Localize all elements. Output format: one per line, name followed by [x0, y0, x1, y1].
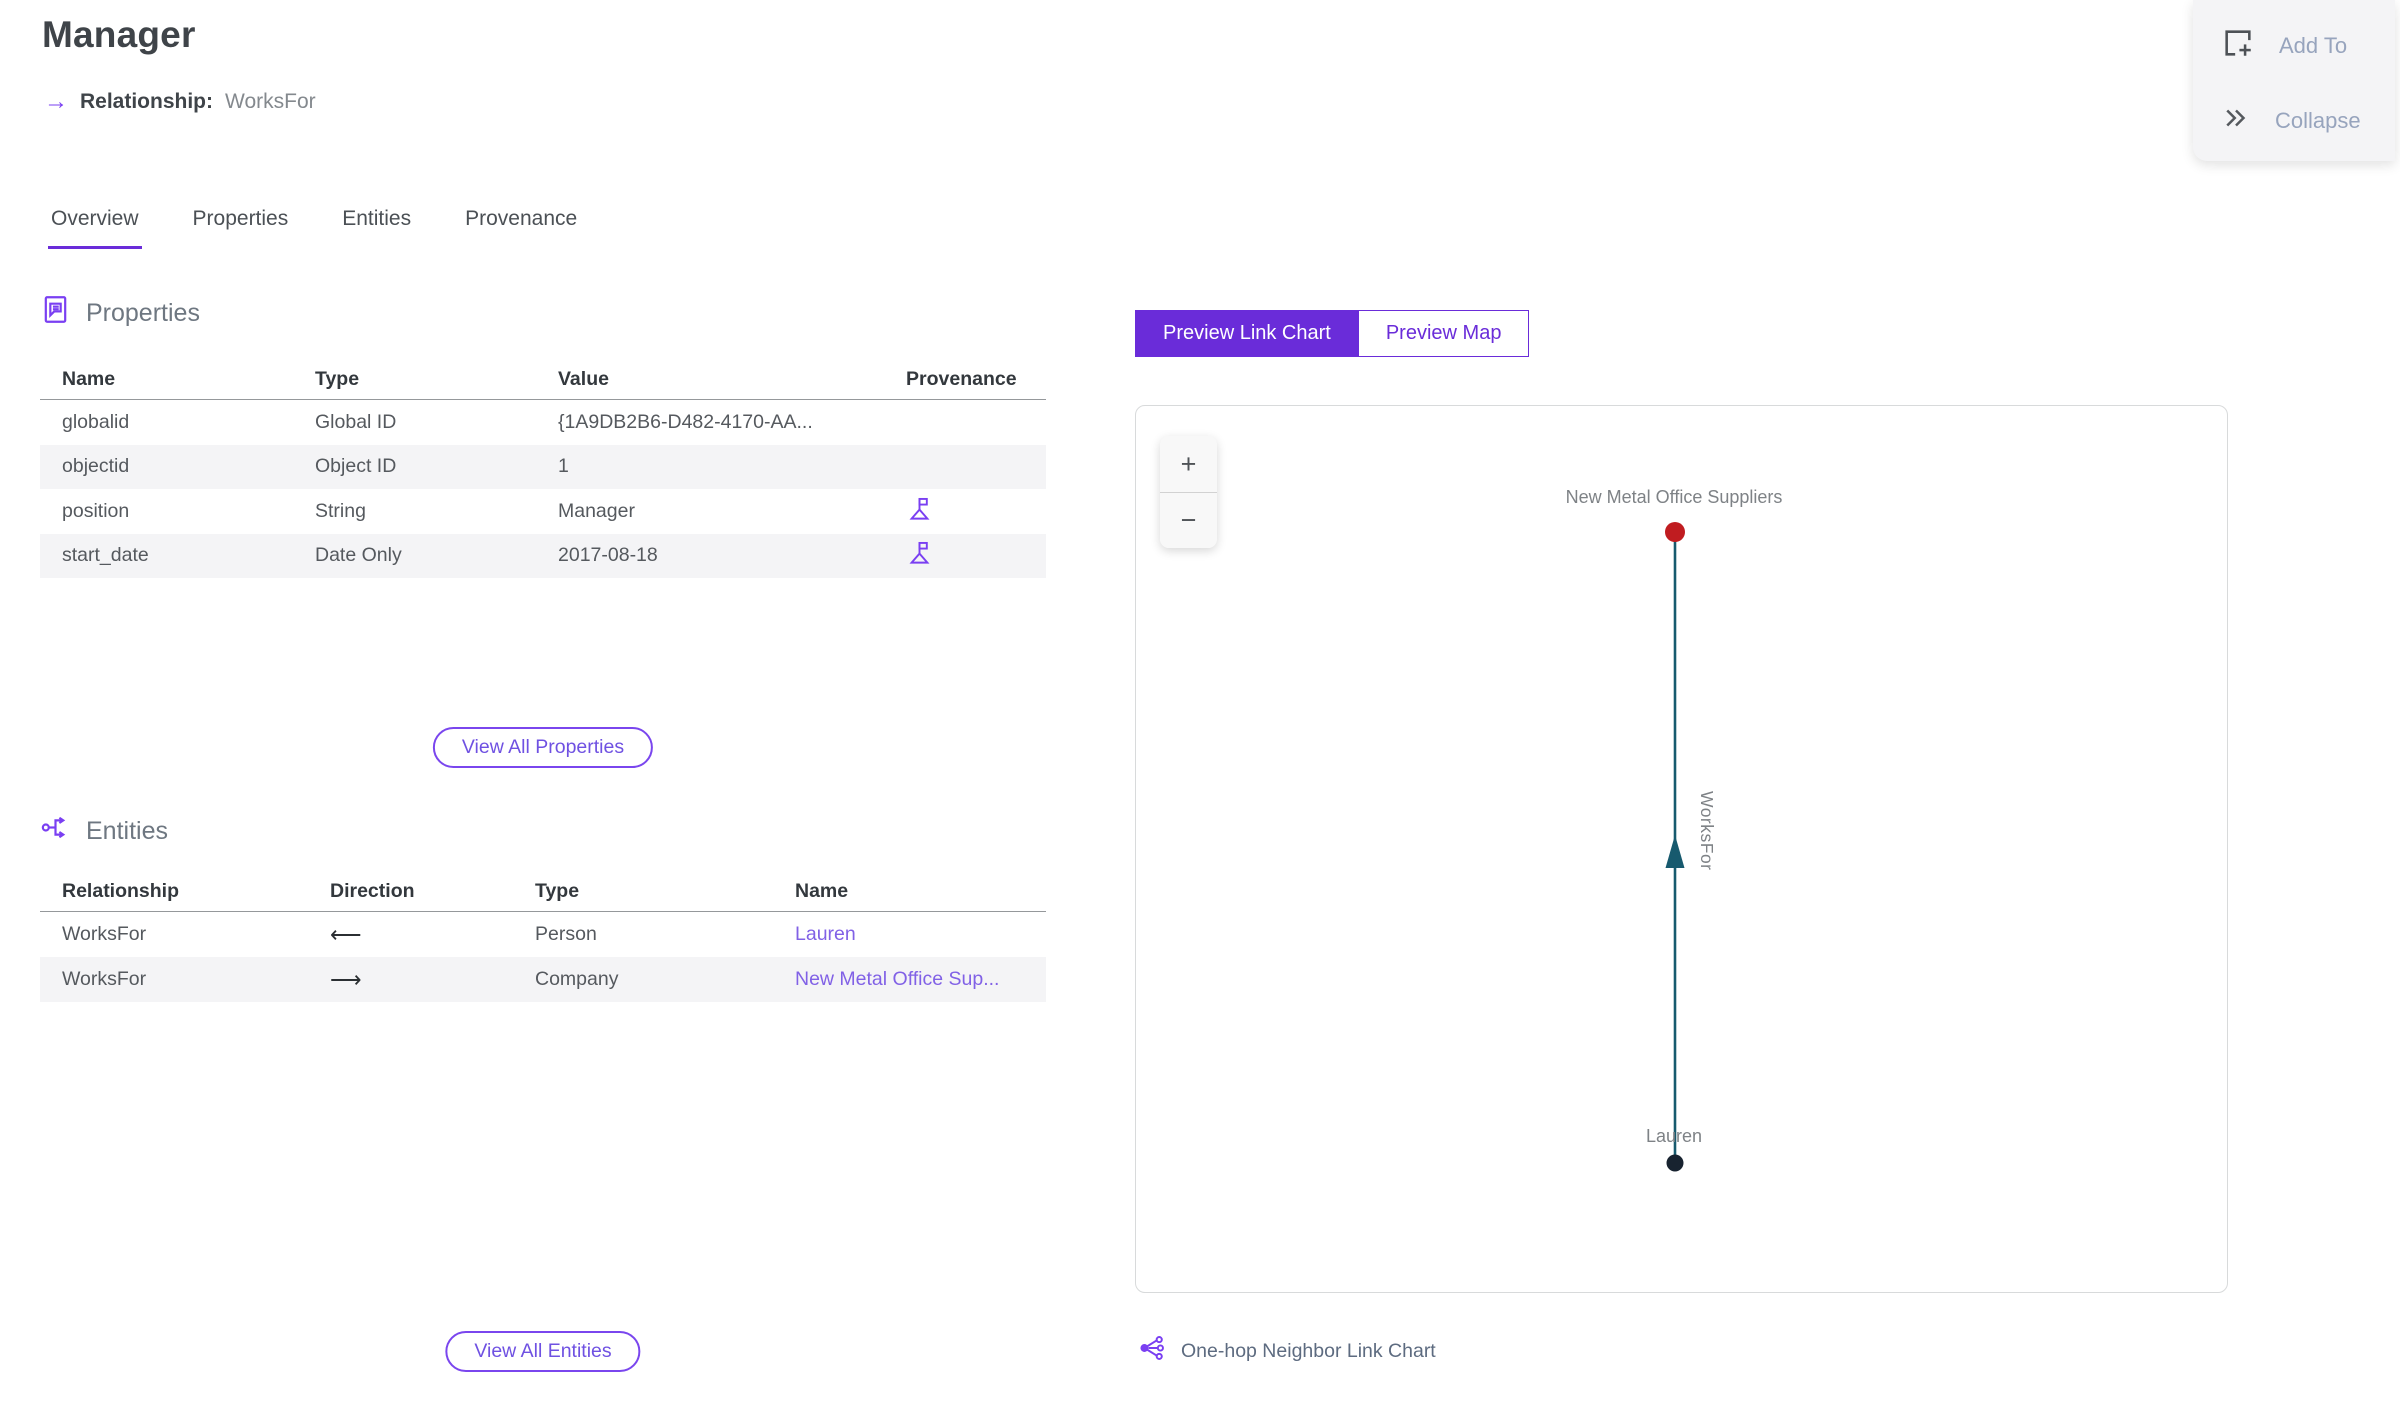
- link-chart-canvas[interactable]: [1136, 406, 2227, 1292]
- property-value: {1A9DB2B6-D482-4170-AA...: [558, 410, 813, 433]
- property-type: Global ID: [315, 410, 397, 433]
- add-to-label: Add To: [2279, 32, 2348, 58]
- property-value: 1: [558, 455, 569, 478]
- edge-label: WorksFor: [1697, 791, 1717, 871]
- relationship-detail-page: Manager → Relationship: WorksFor Add To …: [0, 0, 2400, 1401]
- properties-section-header: Properties: [40, 294, 200, 332]
- node-label-person: Lauren: [1645, 1126, 1703, 1146]
- preview-map-button[interactable]: Preview Map: [1357, 311, 1529, 356]
- entity-link[interactable]: New Metal Office Sup...: [795, 968, 999, 990]
- preview-toggle: Preview Link Chart Preview Map: [1135, 310, 1530, 357]
- properties-table-header: Name Type Value Provenance: [40, 360, 1046, 400]
- zoom-in-button[interactable]: +: [1160, 436, 1217, 492]
- entity-link[interactable]: Lauren: [795, 923, 856, 945]
- property-name: globalid: [62, 410, 130, 433]
- view-all-entities-button[interactable]: View All Entities: [445, 1331, 641, 1372]
- zoom-out-button[interactable]: −: [1160, 492, 1217, 548]
- properties-table: Name Type Value Provenance globalid Glob…: [40, 360, 1046, 578]
- tab-properties[interactable]: Properties: [190, 207, 292, 249]
- view-all-properties-button[interactable]: View All Properties: [432, 727, 654, 768]
- chart-caption: One-hop Neighbor Link Chart: [1138, 1334, 1436, 1368]
- zoom-control: + −: [1160, 436, 1217, 548]
- property-name: objectid: [62, 455, 130, 478]
- chevron-double-right-icon: [2221, 103, 2251, 138]
- column-header-provenance: Provenance: [906, 368, 1017, 390]
- entities-icon: [40, 812, 71, 850]
- relationship-arrow-icon: →: [44, 88, 68, 115]
- property-name: position: [62, 499, 130, 522]
- properties-section-title: Properties: [86, 298, 200, 327]
- column-header-relationship: Relationship: [62, 880, 180, 902]
- preview-link-chart-button[interactable]: Preview Link Chart: [1136, 311, 1358, 356]
- table-row: objectid Object ID 1: [40, 444, 1046, 489]
- column-header-type: Type: [535, 880, 580, 902]
- relationship-value: WorksFor: [225, 90, 316, 113]
- entities-table: Relationship Direction Type Name WorksFo…: [40, 872, 1046, 1002]
- direction-arrow-left-icon: ⟵: [330, 921, 362, 947]
- actions-panel: Add To Collapse: [2193, 0, 2395, 161]
- entities-section-title: Entities: [86, 816, 168, 845]
- collapse-label: Collapse: [2275, 107, 2361, 133]
- entity-relationship: WorksFor: [62, 923, 147, 945]
- table-row: position String Manager: [40, 489, 1046, 534]
- provenance-flag-icon[interactable]: [888, 495, 1046, 528]
- property-type: Object ID: [315, 455, 397, 478]
- one-hop-link-chart-icon: [1138, 1334, 1166, 1368]
- property-type: String: [315, 499, 366, 522]
- column-header-direction: Direction: [330, 880, 415, 902]
- property-name: start_date: [62, 544, 149, 567]
- add-to-button[interactable]: Add To: [2193, 14, 2395, 77]
- node-company[interactable]: [1665, 522, 1685, 542]
- tab-entities[interactable]: Entities: [339, 207, 414, 249]
- entity-type: Company: [535, 968, 619, 990]
- property-value: 2017-08-18: [558, 544, 658, 567]
- provenance-flag-icon[interactable]: [888, 539, 1046, 572]
- properties-icon: [40, 294, 71, 332]
- page-title: Manager: [42, 14, 196, 55]
- property-type: Date Only: [315, 544, 402, 567]
- tab-provenance[interactable]: Provenance: [462, 207, 580, 249]
- table-row: globalid Global ID {1A9DB2B6-D482-4170-A…: [40, 400, 1046, 445]
- table-row: start_date Date Only 2017-08-18: [40, 533, 1046, 578]
- collapse-button[interactable]: Collapse: [2193, 91, 2395, 150]
- column-header-name: Name: [795, 880, 849, 902]
- add-to-icon: [2221, 26, 2255, 65]
- node-person[interactable]: [1666, 1154, 1684, 1172]
- entities-table-header: Relationship Direction Type Name: [40, 872, 1046, 912]
- table-row: WorksFor ⟵ Person Lauren: [40, 912, 1046, 957]
- property-value: Manager: [558, 499, 635, 522]
- entity-relationship: WorksFor: [62, 968, 147, 990]
- column-header-value: Value: [558, 368, 609, 390]
- entity-type: Person: [535, 923, 597, 945]
- relationship-label: Relationship:: [80, 90, 214, 113]
- entities-section-header: Entities: [40, 812, 168, 850]
- detail-tabs: Overview Properties Entities Provenance: [48, 207, 580, 249]
- direction-arrow-right-icon: ⟶: [330, 966, 362, 992]
- link-chart-panel: + −: [1135, 405, 2228, 1293]
- chart-caption-text: One-hop Neighbor Link Chart: [1181, 1339, 1436, 1362]
- column-header-name: Name: [62, 368, 116, 390]
- edge-arrowhead-icon: [1665, 835, 1685, 868]
- node-label-company: New Metal Office Suppliers: [1565, 487, 1783, 507]
- table-row: WorksFor ⟶ Company New Metal Office Sup.…: [40, 957, 1046, 1002]
- tab-overview[interactable]: Overview: [48, 207, 142, 249]
- relationship-subtitle: → Relationship: WorksFor: [44, 90, 316, 114]
- column-header-type: Type: [315, 368, 360, 390]
